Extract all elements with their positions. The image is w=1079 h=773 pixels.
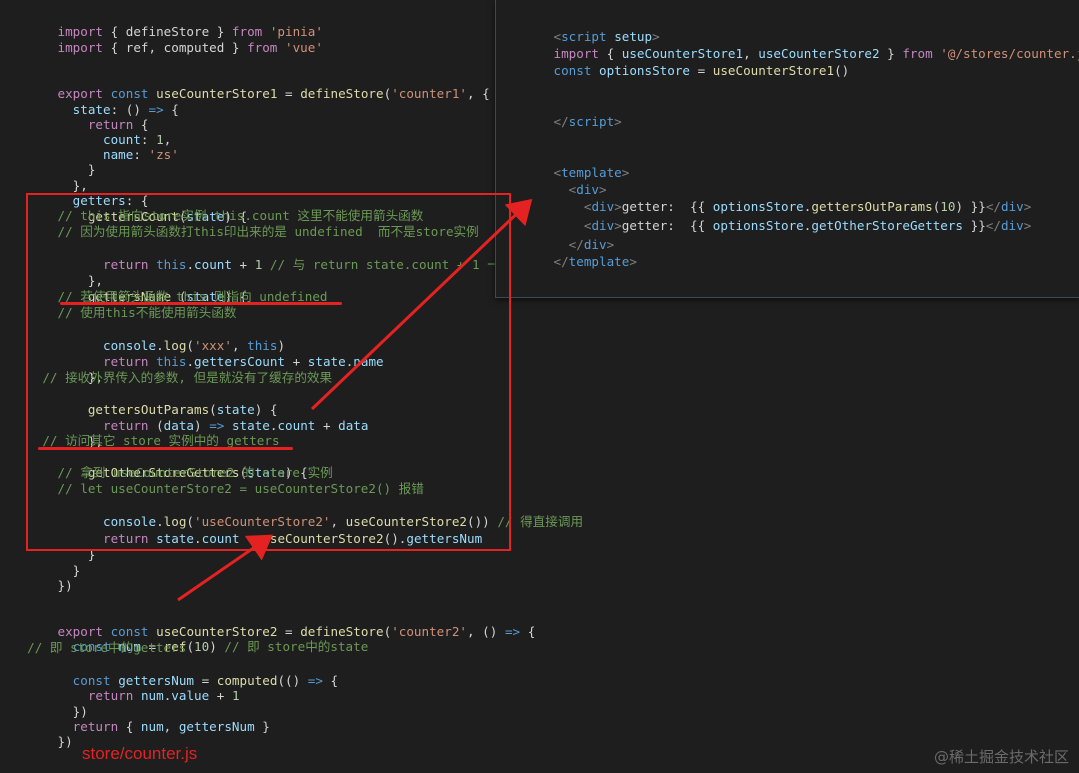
code-token: optionsStore [599, 63, 691, 78]
code-token: , { [467, 86, 490, 101]
code-token: return [87, 688, 134, 703]
code-token: getter: {{ [621, 218, 713, 233]
code-line: <template> [508, 149, 630, 180]
code-token: script [568, 114, 615, 129]
code-line: return { num, gettersNum } [12, 703, 270, 734]
screenshot: import { defineStore } from 'pinia' impo… [0, 0, 1079, 773]
code-token: </ [553, 114, 569, 129]
code-token: </ [553, 254, 569, 269]
code-line: name: 'zs' [12, 131, 179, 162]
code-line: import { defineStore } from 'pinia' [12, 8, 323, 39]
code-token: => [148, 102, 164, 117]
code-line: <script setup> [508, 13, 660, 44]
code-line: const num = ref(10) // 即 store中的state [12, 623, 369, 654]
code-line: export const useCounterStore2 = defineSt… [12, 608, 536, 639]
getters-highlight-box [26, 193, 511, 551]
code-line: import { useCounterStore1, useCounterSto… [508, 30, 1079, 61]
code-line: <div> [508, 166, 607, 197]
code-line: getters: { [12, 177, 149, 208]
code-line: state: () => { [12, 86, 179, 117]
code-token: ) [209, 639, 225, 654]
code-token: } [254, 719, 270, 734]
code-line: }, [12, 162, 88, 193]
code-token: > [621, 165, 630, 180]
watermark: @稀土掘金技术社区 [933, 748, 1069, 766]
code-token: </ [985, 218, 1001, 233]
code-line: </template> [508, 238, 637, 269]
code-token: { [520, 624, 536, 639]
code-token: num [140, 719, 164, 734]
comment-underline [38, 447, 293, 450]
code-token: getOtherStoreGetters [811, 218, 964, 233]
code-token: }) [57, 734, 73, 749]
code-token: 'vue' [285, 40, 323, 55]
code-token: // 即 store中的state [224, 639, 369, 654]
code-token: } [879, 46, 903, 61]
code-line: return { [12, 101, 149, 132]
code-line: export const useCounterStore1 = defineSt… [12, 70, 490, 101]
code-token: () [834, 63, 850, 78]
editor-pane-component-vue[interactable]: <script setup> import { useCounterStore1… [495, 0, 1079, 298]
code-token: defineStore [300, 86, 384, 101]
comment-underline [60, 302, 342, 305]
code-token: const [553, 63, 592, 78]
code-token: > [614, 114, 622, 129]
code-token: => [504, 624, 521, 639]
code-token: }) [57, 578, 73, 593]
code-line: const optionsStore = useCounterStore1() [508, 47, 850, 78]
code-token: div [1000, 218, 1024, 233]
code-token: { ref, computed } [103, 40, 248, 55]
code-token: = [277, 86, 301, 101]
code-line: return num.value + 1 [12, 672, 240, 703]
code-token: 'zs' [148, 147, 179, 162]
code-token: optionsStore [712, 218, 804, 233]
code-token: + [209, 688, 232, 703]
code-token: 10 [194, 639, 210, 654]
code-token: : [133, 147, 149, 162]
code-line: <div>getter: {{ optionsStore.getOtherSto… [508, 202, 1031, 233]
code-line: }) [12, 718, 73, 749]
code-line: <div>getter: {{ optionsStore.gettersOutP… [508, 183, 1031, 214]
code-token: 'counter2' [391, 624, 468, 639]
code-token: }} [963, 218, 986, 233]
code-line: }) [12, 562, 73, 593]
code-token: > [614, 218, 622, 233]
code-line: const gettersNum = computed(() => { [12, 657, 338, 688]
code-token: 'counter1' [391, 86, 468, 101]
file-name-label: store/counter.js [82, 744, 198, 763]
code-token: = [690, 63, 713, 78]
code-line: </script> [508, 98, 622, 129]
code-token: > [1023, 218, 1032, 233]
code-token: , () [467, 624, 505, 639]
code-token: ( [186, 639, 195, 654]
code-token: return [72, 719, 119, 734]
code-token: from [247, 40, 278, 55]
code-line: import { ref, computed } from 'vue' [12, 24, 323, 55]
code-token: { [322, 673, 339, 688]
code-token: { [118, 719, 141, 734]
code-token: useCounterStore1 [712, 63, 835, 78]
code-token: template [568, 254, 630, 269]
code-line: </div> [508, 221, 615, 252]
code-token: (() [277, 673, 308, 688]
code-line: }) [12, 688, 88, 719]
code-token: name [103, 147, 134, 162]
code-token: num [140, 688, 164, 703]
code-token: { [163, 102, 179, 117]
code-token: value [171, 688, 210, 703]
code-token: gettersNum [178, 719, 255, 734]
code-token: '@/stores/counter.js' [940, 46, 1079, 61]
code-comment: // 即 store中的getters [12, 640, 187, 655]
code-token: , [163, 719, 179, 734]
code-token: import [57, 40, 104, 55]
code-line: count: 1, [12, 116, 171, 147]
code-line: } [12, 146, 96, 177]
code-token: 1 [231, 688, 240, 703]
code-token: > [629, 254, 637, 269]
code-token: from [902, 46, 933, 61]
code-token: => [307, 673, 323, 688]
